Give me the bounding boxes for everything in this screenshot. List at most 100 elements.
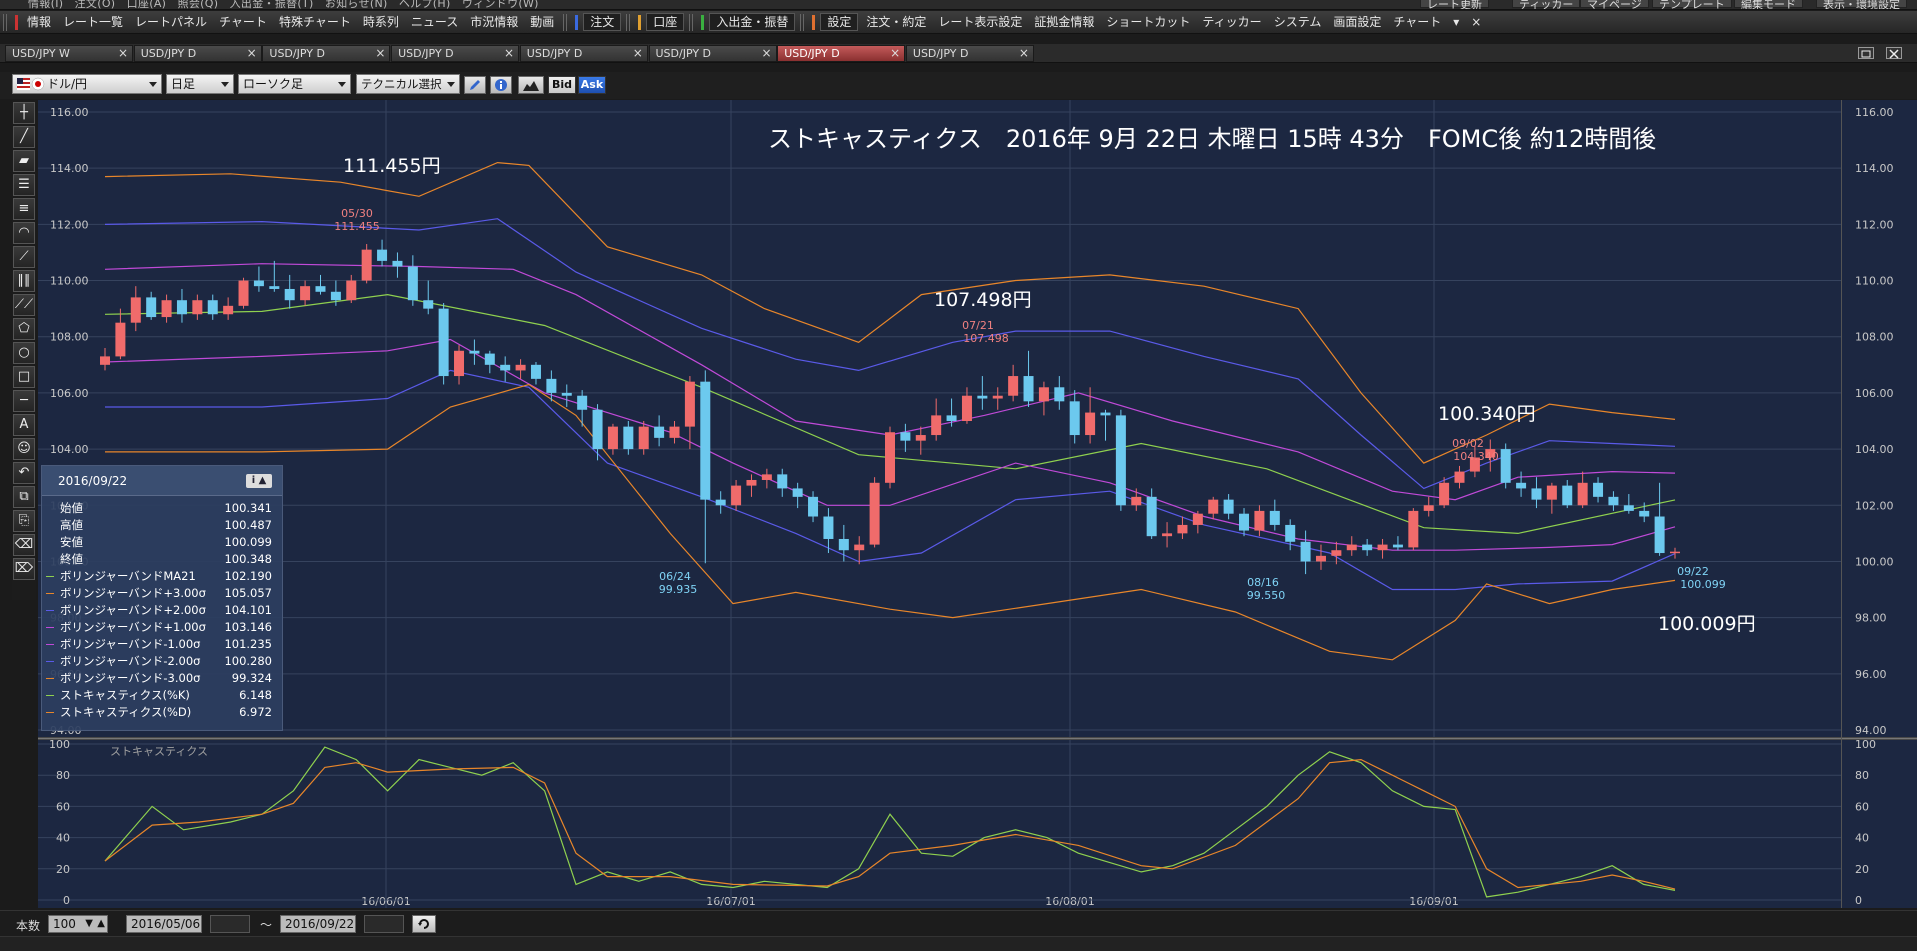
eraser-all-icon[interactable]: ⌦	[13, 558, 35, 580]
info-button[interactable]	[490, 76, 512, 94]
eraser-icon[interactable]: ⌫	[13, 534, 35, 556]
menu-screen-settings[interactable]: 画面設定	[1327, 11, 1387, 34]
toolbar-grip[interactable]	[3, 13, 9, 31]
hlines-icon[interactable]: ☰	[13, 174, 35, 196]
y-tick-label-right: 94.00	[1855, 724, 1887, 737]
toolbar-grip[interactable]	[626, 13, 633, 31]
from-date-field[interactable]: 2016/05/06	[126, 915, 202, 933]
toolbar-grip[interactable]	[689, 13, 696, 31]
tab-usdjpy-4[interactable]: USD/JPY D ×	[519, 45, 648, 62]
tab-usdjpy-3[interactable]: USD/JPY D ×	[391, 45, 520, 62]
menu-info[interactable]: 情報	[21, 11, 57, 34]
menu-settings[interactable]: 設定	[820, 13, 859, 31]
circle-icon[interactable]: ○	[13, 342, 35, 364]
vlines-icon[interactable]: ∥∥	[13, 270, 35, 292]
close-icon[interactable]: ×	[890, 46, 900, 61]
timeframe-select[interactable]: 日足	[166, 74, 234, 94]
close-icon[interactable]: ×	[761, 46, 771, 61]
chevron-down-icon[interactable]: ▼	[85, 916, 93, 932]
channel-icon[interactable]: ⟋⟋	[13, 294, 35, 316]
menu-chart-settings[interactable]: チャート	[1387, 11, 1447, 34]
menu-system[interactable]: システム	[1268, 11, 1328, 34]
menu-margin-info[interactable]: 証拠金情報	[1028, 11, 1100, 34]
menu-video[interactable]: 動画	[524, 11, 560, 34]
from-time-field[interactable]	[210, 915, 250, 933]
to-date-field[interactable]: 2016/09/22	[280, 915, 356, 933]
line-icon[interactable]: ╱	[13, 126, 35, 148]
refresh-button[interactable]	[412, 915, 436, 933]
menu-timeseries[interactable]: 時系列	[357, 11, 405, 34]
menu-more-button[interactable]: ▾	[1447, 11, 1465, 34]
data-window-info-toggle[interactable]: i ▲	[246, 474, 272, 488]
pentagon-icon[interactable]: ⬠	[13, 318, 35, 340]
bar-count-field[interactable]: 100 ▼ ▲	[48, 915, 108, 933]
chart-canvas[interactable]: 116.00 116.00 114.00 114.00 112.00 112.00 110.…	[38, 100, 1917, 908]
mypage-button[interactable]: マイページ	[1580, 0, 1649, 9]
toolbar-grip[interactable]	[800, 13, 807, 31]
menu-account[interactable]: 口座	[646, 13, 685, 31]
tab-usdjpy-5[interactable]: USD/JPY D ×	[648, 45, 777, 62]
menu-rate-panel[interactable]: レートパネル	[129, 11, 213, 34]
candle-body	[207, 300, 218, 315]
to-time-field[interactable]	[364, 915, 404, 933]
close-icon[interactable]: ×	[1019, 46, 1029, 61]
copy-icon[interactable]: ⧉	[13, 486, 35, 508]
close-icon[interactable]: ×	[118, 46, 128, 61]
window-close-icon[interactable]	[1886, 47, 1902, 59]
price-chart[interactable]: 116.00 116.00 114.00 114.00 112.00 112.00 110.…	[38, 100, 1917, 908]
crosshair-icon[interactable]: ┼	[13, 102, 35, 124]
chart-type-select[interactable]: ローソク足	[238, 74, 351, 94]
candle-body	[977, 395, 988, 399]
close-icon[interactable]: ×	[504, 46, 514, 61]
text-icon[interactable]: A	[13, 414, 35, 436]
ruler-icon[interactable]: ▰	[13, 150, 35, 172]
arc-icon[interactable]: ◠	[13, 222, 35, 244]
tab-usdjpy-1[interactable]: USD/JPY D ×	[133, 45, 262, 62]
window-restore-icon[interactable]	[1858, 47, 1874, 59]
chevron-up-icon[interactable]: ▲	[97, 916, 105, 932]
data-window-header[interactable]: 2016/09/22 i ▲	[42, 466, 282, 496]
hline-icon[interactable]: ─	[13, 390, 35, 412]
fan-icon[interactable]: ⟋	[13, 246, 35, 268]
multi-hlines-icon[interactable]: ≡	[13, 198, 35, 220]
close-icon[interactable]: ×	[247, 46, 257, 61]
app-menu-strip[interactable]: 情報(I) 注文(O) 口座(A) 照会(Q) 入出金・振替(T) お知らせ(N…	[28, 0, 539, 9]
stoch-panel-title: ストキャスティクス	[110, 745, 208, 758]
menu-news[interactable]: ニュース	[405, 11, 464, 34]
chart-style-button[interactable]	[518, 76, 544, 94]
bid-button[interactable]: Bid	[548, 76, 576, 94]
rate-update-button[interactable]: レート更新	[1420, 0, 1489, 9]
menu-order[interactable]: 注文	[583, 13, 622, 31]
display-settings-button[interactable]: 表示・環境設定	[1816, 0, 1907, 9]
candle-body	[1100, 412, 1111, 416]
emoji-icon[interactable]: ☺	[13, 438, 35, 460]
rectangle-icon[interactable]: □	[13, 366, 35, 388]
edit-mode-button[interactable]: 編集モード	[1734, 0, 1803, 9]
menu-special-chart[interactable]: 特殊チャート	[273, 11, 357, 34]
marker-label-date: 06/24	[659, 570, 691, 583]
undo-icon[interactable]: ↶	[13, 462, 35, 484]
tab-usdjpy-0[interactable]: USD/JPY W ×	[5, 45, 133, 62]
tab-usdjpy-2[interactable]: USD/JPY D ×	[262, 45, 391, 62]
ask-button[interactable]: Ask	[578, 76, 606, 94]
close-icon[interactable]: ×	[375, 46, 385, 61]
ticker-button[interactable]: ティッカー	[1512, 0, 1581, 9]
menu-ticker[interactable]: ティッカー	[1196, 11, 1267, 34]
menu-close-button[interactable]: ×	[1465, 11, 1487, 34]
menu-rate-list[interactable]: レート一覧	[57, 11, 129, 34]
paste-icon[interactable]: ⎘	[13, 510, 35, 532]
tab-usdjpy-7[interactable]: USD/JPY D ×	[905, 45, 1034, 62]
technical-select[interactable]: テクニカル選択	[356, 74, 460, 94]
menu-shortcut[interactable]: ショートカット	[1100, 11, 1196, 34]
draw-pencil-button[interactable]	[464, 76, 486, 94]
menu-deposit-transfer[interactable]: 入出金・振替	[709, 13, 796, 31]
menu-chart[interactable]: チャート	[213, 11, 273, 34]
tab-usdjpy-6[interactable]: USD/JPY D ×	[777, 45, 906, 62]
currency-pair-select[interactable]: ドル/円	[12, 74, 162, 94]
template-button[interactable]: テンプレート	[1652, 0, 1732, 9]
toolbar-grip[interactable]	[563, 13, 570, 31]
menu-rate-display[interactable]: レート表示設定	[932, 11, 1028, 34]
menu-order-execution[interactable]: 注文・約定	[860, 11, 932, 34]
menu-market-info[interactable]: 市況情報	[464, 11, 524, 34]
close-icon[interactable]: ×	[633, 46, 643, 61]
